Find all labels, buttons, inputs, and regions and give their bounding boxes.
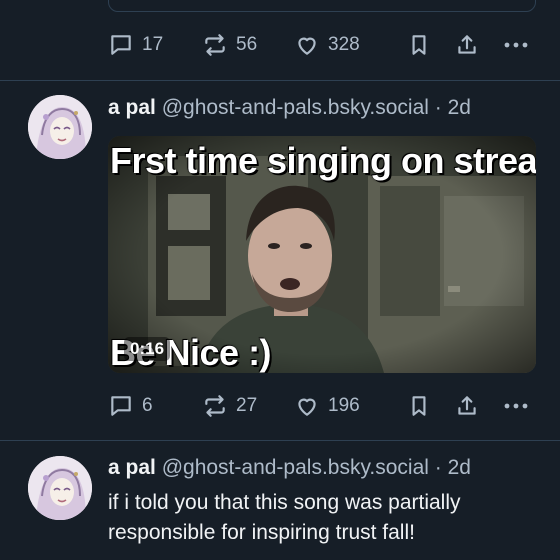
more-options-button[interactable] [502, 32, 530, 58]
bookmark-button[interactable] [406, 32, 454, 58]
post-actions-bar: 17 56 328 [108, 30, 538, 60]
share-icon [454, 32, 480, 58]
avatar[interactable] [28, 95, 92, 159]
post-actions-bar: 6 27 196 [108, 391, 538, 421]
reply-icon [108, 393, 134, 419]
video-player[interactable]: Frst time singing on stream Be Nice :) 0… [108, 136, 536, 373]
repost-count: 27 [236, 395, 258, 416]
post-divider [0, 440, 560, 441]
author-handle[interactable]: @ghost-and-pals.bsky.social [162, 96, 429, 119]
repost-count: 56 [236, 34, 258, 55]
like-count: 328 [328, 34, 360, 55]
reply-count: 17 [142, 34, 164, 55]
quoted-embed-card[interactable] [108, 0, 536, 12]
post-header: a pal @ghost-and-pals.bsky.social · 2d [108, 96, 471, 120]
share-icon [454, 393, 480, 419]
post-timestamp[interactable]: · 2d [435, 96, 471, 119]
more-icon [502, 393, 530, 419]
post-text-line: responsible for inspiring trust fall! [108, 521, 415, 544]
reply-count: 6 [142, 395, 153, 416]
share-button[interactable] [454, 393, 502, 419]
video-duration: 0:16 [124, 337, 171, 361]
like-button[interactable]: 196 [294, 393, 406, 419]
repost-icon [202, 393, 228, 419]
author-handle[interactable]: @ghost-and-pals.bsky.social [162, 456, 429, 479]
post-text: if i told you that this song was partial… [108, 488, 548, 548]
repost-icon [202, 32, 228, 58]
like-icon [294, 393, 320, 419]
bookmark-button[interactable] [406, 393, 454, 419]
author-name[interactable]: a pal [108, 96, 156, 119]
like-count: 196 [328, 395, 360, 416]
repost-button[interactable]: 27 [202, 393, 294, 419]
more-icon [502, 32, 530, 58]
reply-button[interactable]: 6 [108, 393, 202, 419]
post-divider [0, 80, 560, 81]
avatar[interactable] [28, 456, 92, 520]
share-button[interactable] [454, 32, 502, 58]
video-caption-top: Frst time singing on stream [110, 140, 536, 181]
reply-icon [108, 32, 134, 58]
more-options-button[interactable] [502, 393, 530, 419]
reply-button[interactable]: 17 [108, 32, 202, 58]
post-timestamp[interactable]: · 2d [435, 456, 471, 479]
post-text-line: if i told you that this song was partial… [108, 491, 461, 514]
author-name[interactable]: a pal [108, 456, 156, 479]
post-header: a pal @ghost-and-pals.bsky.social · 2d [108, 456, 471, 480]
bookmark-icon [406, 393, 432, 419]
repost-button[interactable]: 56 [202, 32, 294, 58]
bookmark-icon [406, 32, 432, 58]
like-button[interactable]: 328 [294, 32, 406, 58]
like-icon [294, 32, 320, 58]
